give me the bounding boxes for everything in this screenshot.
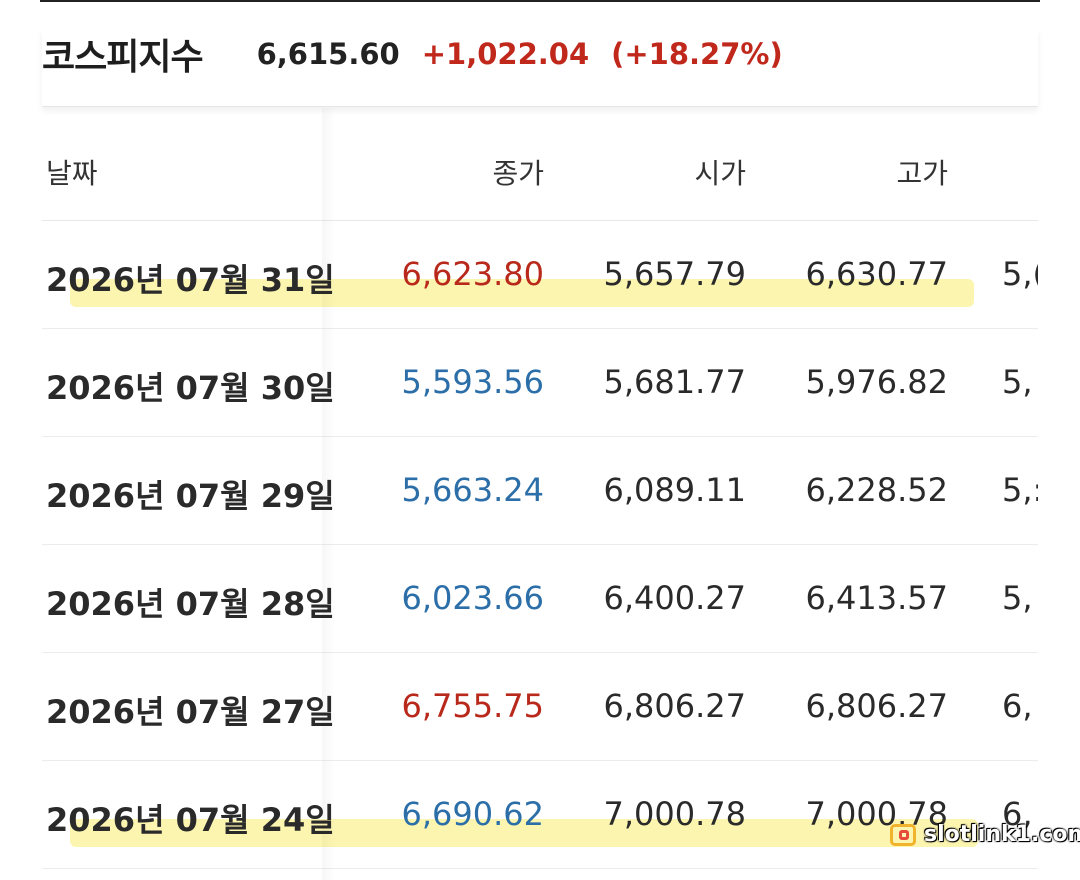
- index-name: 코스피지수: [42, 37, 204, 78]
- cell-date: 2026년 07월 29일: [46, 477, 335, 515]
- cell-open: 5,681.77: [603, 363, 747, 401]
- cell-high: 6,228.52: [805, 471, 949, 509]
- cell-close: 6,023.66: [401, 579, 545, 617]
- cell-low-partial: 5,: [1002, 579, 1033, 617]
- index-price: 6,615.60: [256, 37, 400, 71]
- sticky-column-shadow: [322, 108, 336, 880]
- cell-close: 6,755.75: [401, 687, 545, 725]
- cell-date: 2026년 07월 31일: [46, 261, 335, 299]
- cell-low-partial: 6,: [1002, 687, 1033, 725]
- cell-high: 5,976.82: [805, 363, 949, 401]
- cell-close: 5,663.24: [401, 471, 545, 509]
- cell-open: 6,089.11: [603, 471, 747, 509]
- cell-high: 6,630.77: [805, 255, 949, 293]
- watermark-logo-icon: [890, 823, 916, 846]
- cell-date: 2026년 07월 27일: [46, 693, 335, 731]
- cell-date: 2026년 07월 30일: [46, 369, 335, 407]
- cell-open: 7,000.78: [603, 795, 747, 833]
- table-header: 날짜 종가 시가 고가: [42, 112, 1038, 221]
- cell-open: 6,806.27: [603, 687, 747, 725]
- cell-close: 6,623.80: [401, 255, 545, 293]
- cell-low-partial: 5,(: [1002, 255, 1038, 293]
- cell-open: 5,657.79: [603, 255, 747, 293]
- index-change: +1,022.04: [421, 37, 590, 71]
- table-row[interactable]: 2026년 07월 31일 6,623.80 5,657.79 6,630.77…: [42, 221, 1038, 329]
- table-row[interactable]: 2026년 07월 28일 6,023.66 6,400.27 6,413.57…: [42, 545, 1038, 653]
- index-change-pct: (+18.27%): [611, 37, 783, 71]
- column-header-open[interactable]: 시가: [694, 152, 746, 192]
- cell-low-partial: 5,: [1002, 363, 1033, 401]
- cell-close: 6,690.62: [401, 795, 545, 833]
- cell-open: 6,400.27: [603, 579, 747, 617]
- cell-high: 6,413.57: [805, 579, 949, 617]
- cell-high: 6,806.27: [805, 687, 949, 725]
- table-row[interactable]: 2026년 07월 29일 5,663.24 6,089.11 6,228.52…: [42, 437, 1038, 545]
- watermark: slotlink1.com: [890, 822, 1080, 847]
- table-row[interactable]: 2026년 07월 27일 6,755.75 6,806.27 6,806.27…: [42, 653, 1038, 761]
- cell-date: 2026년 07월 28일: [46, 585, 335, 623]
- cell-date: 2026년 07월 24일: [46, 801, 335, 839]
- page: 코스피지수 6,615.60 +1,022.04 (+18.27%) 날짜 종가…: [0, 0, 1080, 880]
- top-divider: [40, 0, 1040, 2]
- table-row[interactable]: 2026년 07월 24일 6,690.62 7,000.78 7,000.78…: [42, 761, 1038, 869]
- column-header-high[interactable]: 고가: [896, 152, 948, 192]
- cell-close: 5,593.56: [401, 363, 545, 401]
- column-header-date[interactable]: 날짜: [46, 152, 98, 192]
- table-row[interactable]: 2026년 07월 30일 5,593.56 5,681.77 5,976.82…: [42, 329, 1038, 437]
- column-header-close[interactable]: 종가: [492, 152, 544, 192]
- cell-low-partial: 5,:: [1002, 471, 1038, 509]
- price-table: 날짜 종가 시가 고가 2026년 07월 31일 6,623.80 5,657…: [42, 112, 1038, 869]
- watermark-text: slotlink1.com: [924, 822, 1080, 847]
- index-header: 코스피지수 6,615.60 +1,022.04 (+18.27%): [42, 28, 1038, 107]
